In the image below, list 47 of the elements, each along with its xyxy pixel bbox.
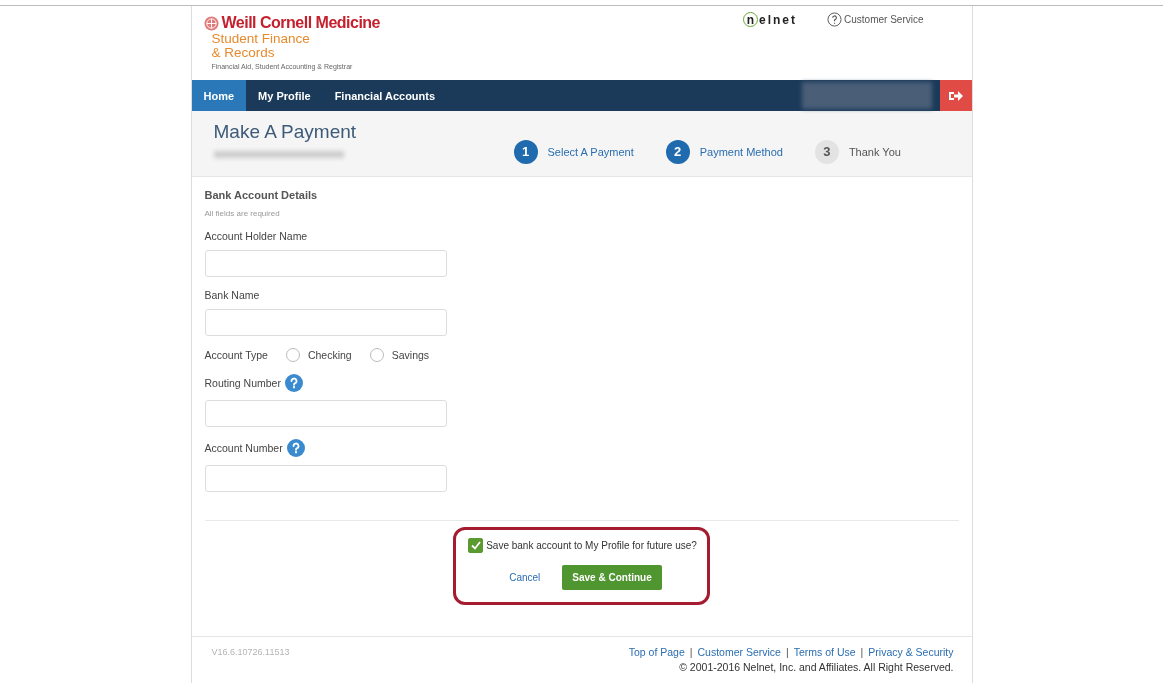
brand-subtitle: & Records: [211, 46, 276, 60]
separator: |: [860, 646, 864, 658]
save-continue-button[interactable]: Save & Continue: [562, 565, 662, 590]
version-text: V16.6.10726.11513: [211, 646, 290, 659]
step-label: Thank You: [848, 145, 901, 158]
step-number: 3: [814, 139, 839, 164]
question-icon: [827, 12, 843, 27]
field-label: Bank Name: [204, 289, 260, 301]
customer-service-link[interactable]: Customer Service: [827, 12, 924, 27]
footer-link[interactable]: Terms of Use: [793, 646, 856, 658]
brand-subtitle: Student Finance: [211, 32, 311, 46]
input-field[interactable]: [204, 465, 447, 492]
field-label: Routing Number: [204, 377, 281, 389]
step-number: 2: [665, 139, 690, 164]
radio-option[interactable]: Checking: [285, 348, 352, 362]
brand-name: Weill Cornell Medicine: [221, 14, 380, 32]
section-heading: Bank Account Details: [204, 189, 319, 201]
radio-option[interactable]: Savings: [369, 348, 430, 362]
nav-tab[interactable]: Home: [191, 80, 247, 111]
separator: |: [689, 646, 693, 658]
nav-tab[interactable]: My Profile: [246, 80, 323, 111]
field-label: Account Number: [204, 442, 283, 454]
input-field[interactable]: [204, 400, 447, 427]
step-label: Payment Method: [699, 145, 783, 158]
save-checkbox[interactable]: Save bank account to My Profile for future use?: [468, 538, 697, 553]
required-note: All fields are required: [204, 209, 281, 218]
shield-logo-icon: [203, 15, 219, 31]
page-title: Make A Payment: [213, 121, 358, 143]
footer-link[interactable]: Customer Service: [697, 646, 781, 658]
input-field[interactable]: [204, 309, 447, 336]
step-number: 1: [513, 139, 538, 164]
field-label: Account Holder Name: [204, 230, 308, 242]
logout-button[interactable]: [939, 80, 972, 111]
cancel-link[interactable]: Cancel: [503, 571, 547, 584]
field-label: Account Type: [204, 349, 268, 361]
footer-link[interactable]: Privacy & Security: [868, 646, 954, 658]
separator: |: [785, 646, 789, 658]
step-label: Select A Payment: [547, 145, 634, 158]
footer-link[interactable]: Top of Page: [628, 646, 685, 658]
help-icon[interactable]: [286, 439, 305, 457]
help-icon[interactable]: [284, 374, 303, 392]
nav-tab[interactable]: Financial Accounts: [322, 80, 448, 111]
logout-icon: [948, 89, 963, 102]
input-field[interactable]: [204, 250, 447, 277]
checkbox[interactable]: [468, 538, 484, 553]
partner-logo: n elnet: [743, 12, 798, 27]
copyright-text: © 2001-2016 Nelnet, Inc. and Affiliates. All Right Reserved.: [679, 661, 954, 673]
